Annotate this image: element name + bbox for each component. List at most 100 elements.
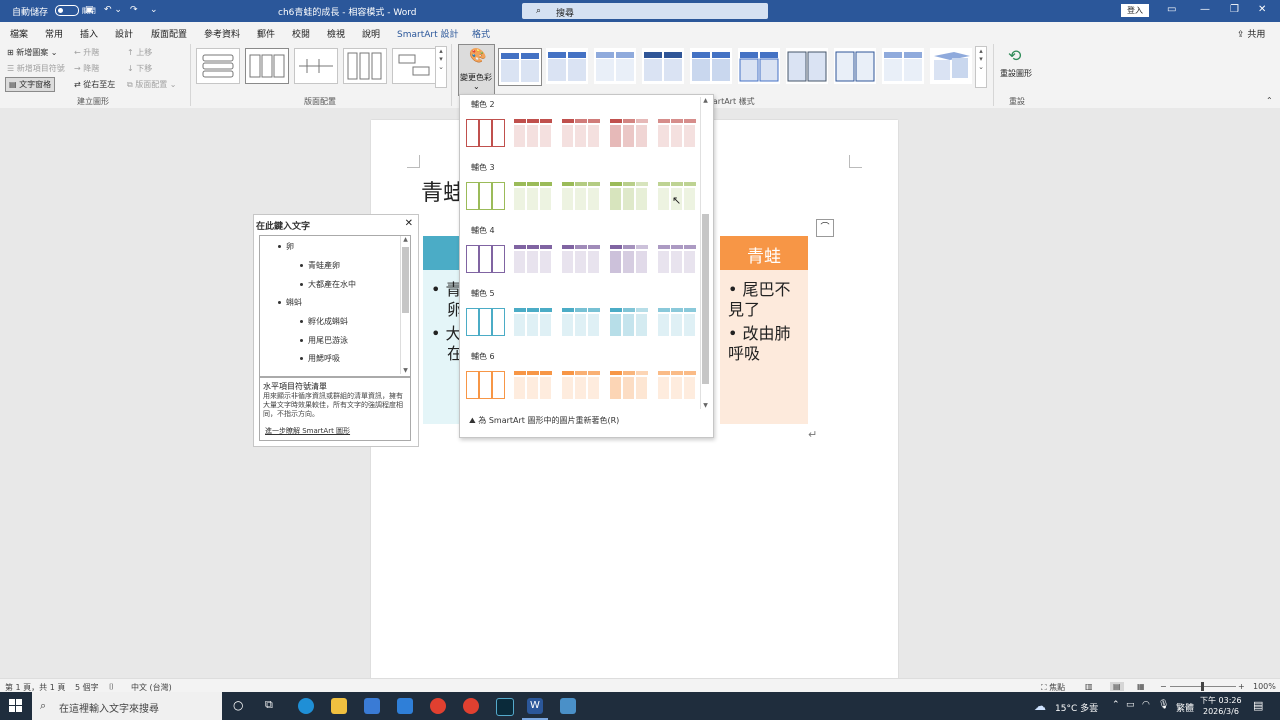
clock-date[interactable]: 2026/3/6 <box>1203 707 1239 716</box>
layouts-scrollbar[interactable]: ▴ ▾ ⌄ <box>435 46 447 88</box>
list-item[interactable]: 大都產在水中 <box>300 279 356 290</box>
ime-indicator[interactable]: 繁體 <box>1176 701 1194 714</box>
color-option-swatch[interactable] <box>658 119 696 147</box>
layout-option[interactable] <box>392 48 436 84</box>
smartart-column-header[interactable]: 青蛙 <box>720 236 808 270</box>
smartart-column-header[interactable] <box>423 236 463 270</box>
smartart-column-body[interactable]: • 尾巴不見了 • 改由肺呼吸 <box>720 270 808 424</box>
zoom-slider-thumb[interactable] <box>1201 682 1204 691</box>
file-explorer-icon[interactable] <box>331 698 347 714</box>
color-option-swatch[interactable] <box>610 371 648 399</box>
style-option[interactable] <box>642 48 684 84</box>
list-item[interactable]: 青蛙產卵 <box>300 260 340 271</box>
photos-icon[interactable] <box>560 698 576 714</box>
layout-option-selected[interactable] <box>245 48 289 84</box>
web-layout-icon[interactable]: ▦ <box>1137 682 1145 691</box>
color-option-swatch[interactable] <box>610 245 648 273</box>
zoom-level[interactable]: 100% <box>1253 682 1276 691</box>
zoom-out-icon[interactable]: − <box>1160 682 1167 691</box>
list-item[interactable]: 卵 <box>278 241 294 252</box>
style-option[interactable] <box>690 48 732 84</box>
reset-graphic-button[interactable]: ⟲ 重設圖形 <box>1000 46 1036 86</box>
tab-layout[interactable]: 版面配置 <box>151 27 187 40</box>
color-option-swatch[interactable] <box>466 371 505 399</box>
task-view-icon[interactable]: ⧉ <box>265 698 273 712</box>
smartart-column-body[interactable]: • 青 卵 • 大 在 <box>423 270 463 424</box>
list-item[interactable]: 孵化成蝌蚪 <box>300 316 348 327</box>
chrome-icon[interactable] <box>430 698 446 714</box>
taskbar-search-input[interactable]: ⌕ 在這裡輸入文字來搜尋 <box>32 692 222 720</box>
tab-design[interactable]: 設計 <box>115 27 133 40</box>
color-option-swatch[interactable] <box>562 245 600 273</box>
undo-icon[interactable]: ↶ ⌄ <box>104 5 122 15</box>
color-option-swatch[interactable] <box>610 308 648 336</box>
collapse-ribbon-icon[interactable]: ⌃ <box>1266 96 1273 105</box>
save-icon[interactable]: ▣ <box>85 5 94 15</box>
store-icon[interactable] <box>364 698 380 714</box>
text-pane-editor[interactable]: 卵 青蛙產卵 大都產在水中 蝌蚪 孵化成蝌蚪 用尾巴游泳 用鰓呼吸 ▲ ▼ <box>259 235 411 377</box>
color-option-swatch[interactable] <box>514 245 552 273</box>
tab-file[interactable]: 檔案 <box>10 27 28 40</box>
color-option-swatch[interactable] <box>466 182 505 210</box>
color-option-swatch[interactable] <box>562 308 600 336</box>
microphone-icon[interactable]: 🎙 <box>1158 700 1169 710</box>
tray-chevron-icon[interactable]: ⌃ <box>1112 700 1120 710</box>
zoom-in-icon[interactable]: + <box>1238 682 1245 691</box>
color-option-swatch[interactable] <box>658 371 696 399</box>
color-option-swatch[interactable] <box>562 182 600 210</box>
color-option-swatch[interactable] <box>562 119 600 147</box>
color-option-swatch[interactable] <box>514 308 552 336</box>
tab-insert[interactable]: 插入 <box>80 27 98 40</box>
style-option[interactable] <box>882 48 924 84</box>
layout-button[interactable]: ⧉ 版面配置 ⌄ <box>127 79 177 90</box>
login-button[interactable]: 登入 <box>1121 4 1149 17</box>
recolor-pictures-option[interactable]: ⛰ 為 SmartArt 圖形中的圖片重新著色(R) <box>469 415 619 426</box>
color-option-swatch[interactable] <box>658 245 696 273</box>
redo-icon[interactable]: ↷ <box>130 5 138 15</box>
restore-icon[interactable]: ❐ <box>1230 4 1239 15</box>
color-option-swatch[interactable] <box>514 182 552 210</box>
layout-option[interactable] <box>294 48 338 84</box>
tab-home[interactable]: 常用 <box>45 27 63 40</box>
word-icon[interactable]: W <box>527 698 543 714</box>
right-to-left-button[interactable]: ⇄ 從右至左 <box>74 79 115 90</box>
share-button[interactable]: ⇪ 共用 <box>1237 27 1265 40</box>
style-option[interactable] <box>546 48 588 84</box>
dropdown-scrollbar[interactable]: ▲ ▼ <box>700 97 710 409</box>
style-option[interactable] <box>834 48 876 84</box>
close-icon[interactable]: ✕ <box>1258 4 1266 15</box>
move-up-button[interactable]: ↑ 上移 <box>127 47 152 58</box>
color-option-swatch[interactable] <box>562 371 600 399</box>
tab-help[interactable]: 說明 <box>362 27 380 40</box>
move-down-button[interactable]: ↓ 下移 <box>127 63 152 74</box>
print-layout-icon[interactable]: ▤ <box>1110 682 1124 691</box>
tab-format[interactable]: 格式 <box>472 27 490 40</box>
search-input[interactable]: ⌕ 搜尋 <box>522 3 768 19</box>
cortana-icon[interactable]: ○ <box>233 698 243 712</box>
change-colors-button[interactable]: 🎨 變更色彩 ⌄ <box>458 44 495 96</box>
notification-icon[interactable]: ▤ <box>1253 699 1263 712</box>
style-option[interactable] <box>930 48 972 84</box>
styles-scrollbar[interactable]: ▴ ▾ ⌄ <box>975 46 987 88</box>
close-icon[interactable]: ✕ <box>405 218 413 229</box>
style-option[interactable] <box>594 48 636 84</box>
color-option-swatch[interactable] <box>466 245 505 273</box>
read-mode-icon[interactable]: ▥ <box>1085 682 1093 691</box>
color-option-swatch[interactable] <box>466 308 505 336</box>
customize-qat-icon[interactable]: ⌄ <box>150 5 158 15</box>
list-item[interactable]: 用尾巴游泳 <box>300 335 348 346</box>
style-option[interactable] <box>498 48 542 86</box>
color-option-swatch[interactable] <box>610 182 648 210</box>
tab-review[interactable]: 校閱 <box>292 27 310 40</box>
layout-option[interactable] <box>343 48 387 84</box>
weather-temperature[interactable]: 15°C 多雲 <box>1055 701 1098 714</box>
proofing-icon[interactable]: ⌷ <box>109 682 114 692</box>
text-pane-scrollbar[interactable]: ▲ ▼ <box>400 236 410 374</box>
style-option[interactable] <box>786 48 828 84</box>
layout-option[interactable] <box>196 48 240 84</box>
color-option-swatch[interactable] <box>658 308 696 336</box>
mail-icon[interactable] <box>397 698 413 714</box>
clock-time[interactable]: 下午 03:26 <box>1200 695 1242 706</box>
wifi-icon[interactable]: ◠ <box>1142 700 1150 710</box>
tab-view[interactable]: 檢視 <box>327 27 345 40</box>
